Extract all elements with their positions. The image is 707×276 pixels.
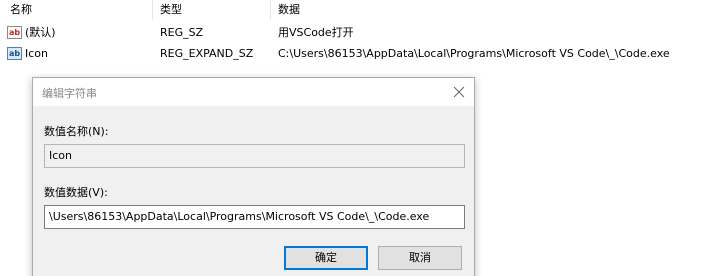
value-name-label: 数值名称(N): bbox=[44, 125, 109, 138]
value-name-field[interactable]: Icon bbox=[44, 144, 465, 168]
column-divider[interactable] bbox=[152, 0, 153, 20]
column-header-type[interactable]: 类型 bbox=[160, 3, 182, 17]
list-item[interactable]: ab Icon REG_EXPAND_SZ C:\Users\86153\App… bbox=[0, 44, 707, 64]
value-data: 用VSCode打开 bbox=[278, 26, 354, 39]
ok-button[interactable]: 确定 bbox=[284, 246, 368, 270]
dialog-title: 编辑字符串 bbox=[42, 87, 97, 100]
column-divider[interactable] bbox=[270, 0, 271, 20]
value-type: REG_EXPAND_SZ bbox=[160, 47, 254, 60]
value-data-label: 数值数据(V): bbox=[44, 186, 108, 199]
value-name: Icon bbox=[25, 47, 48, 60]
column-header-data[interactable]: 数据 bbox=[278, 3, 300, 17]
svg-text:ab: ab bbox=[9, 49, 20, 58]
value-type: REG_SZ bbox=[160, 26, 204, 39]
dialog-titlebar[interactable]: 编辑字符串 bbox=[33, 78, 474, 106]
string-value-icon: ab bbox=[7, 26, 22, 39]
value-name: (默认) bbox=[25, 26, 56, 39]
list-item[interactable]: ab (默认) REG_SZ 用VSCode打开 bbox=[0, 23, 707, 43]
list-header: 名称 类型 数据 bbox=[0, 0, 707, 20]
column-header-name[interactable]: 名称 bbox=[10, 3, 32, 17]
string-value-icon: ab bbox=[7, 47, 22, 60]
value-data-input[interactable]: \Users\86153\AppData\Local\Programs\Micr… bbox=[44, 205, 465, 229]
value-data: C:\Users\86153\AppData\Local\Programs\Mi… bbox=[278, 47, 670, 60]
close-icon[interactable] bbox=[450, 83, 468, 101]
svg-text:ab: ab bbox=[9, 28, 20, 37]
edit-string-dialog: 编辑字符串 数值名称(N): Icon 数值数据(V): \Users\8615… bbox=[32, 77, 475, 276]
cancel-button[interactable]: 取消 bbox=[378, 246, 462, 270]
